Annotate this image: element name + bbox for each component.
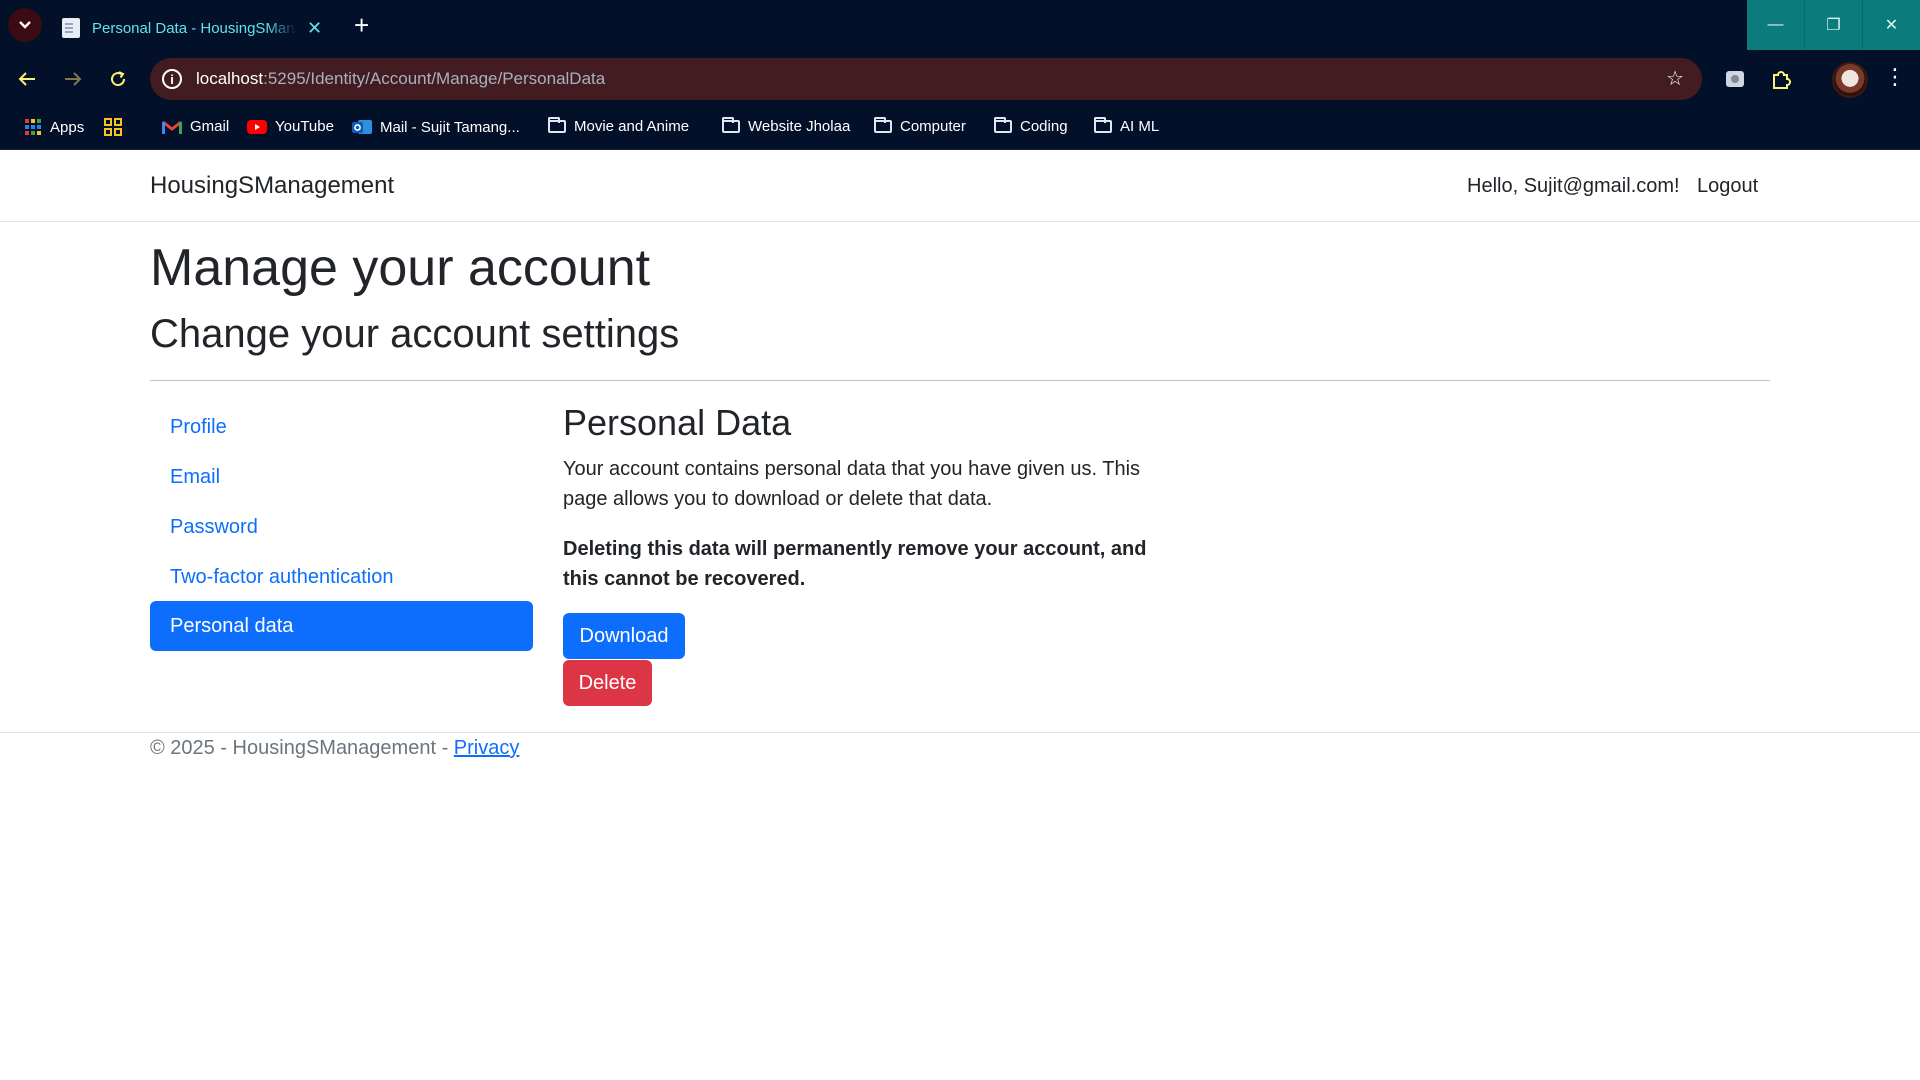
bookmark-label: YouTube [275, 118, 334, 135]
puzzle-icon [1773, 71, 1791, 89]
apps-grid-icon [24, 118, 42, 136]
bookmark-label: Apps [50, 118, 85, 136]
browser-toolbar: i localhost:5295/Identity/Account/Manage… [0, 50, 1920, 108]
browser-tabstrip: Personal Data - HousingSManagement ✕ + —… [0, 0, 1920, 50]
bookmarks-bar: Apps Gmail YouTube Mail - Sujit Tamang..… [0, 108, 1920, 150]
reload-icon [111, 71, 126, 87]
bookmark-folder-website-jholaa[interactable]: Website Jholaa [722, 117, 851, 135]
bookmark-label: Mail - Sujit Tamang... [380, 118, 520, 136]
window-controls: — ❐ ✕ [1747, 0, 1920, 50]
sidebar-item-password[interactable]: Password [150, 502, 533, 552]
folder-icon [548, 117, 566, 133]
close-window-button[interactable]: ✕ [1862, 0, 1920, 50]
tab-groups-button[interactable] [104, 118, 130, 136]
outlook-icon [352, 118, 372, 136]
folder-icon [1094, 117, 1112, 133]
url-text[interactable]: localhost:5295/Identity/Account/Manage/P… [196, 69, 605, 89]
bookmark-label: Computer [900, 118, 966, 135]
bookmark-label: Coding [1020, 118, 1068, 135]
sidebar-item-email[interactable]: Email [150, 452, 533, 502]
reload-button[interactable] [101, 62, 135, 96]
gmail-icon [162, 119, 182, 135]
bookmark-folder-ai-ml[interactable]: AI ML [1094, 117, 1160, 135]
profile-avatar[interactable] [1832, 62, 1868, 98]
page-subtitle: Change your account settings [150, 312, 680, 356]
address-bar[interactable]: i localhost:5295/Identity/Account/Manage… [150, 58, 1702, 100]
minimize-button[interactable]: — [1747, 0, 1804, 50]
tab-title: Personal Data - HousingSManagement [92, 19, 297, 37]
footer-copyright: © 2025 - HousingSManagement - [150, 737, 454, 759]
divider [150, 380, 1770, 381]
logout-button[interactable]: Logout [1697, 175, 1758, 198]
extensions-button[interactable] [1768, 66, 1794, 92]
page-title: Manage your account [150, 239, 651, 297]
close-icon[interactable]: ✕ [307, 18, 322, 39]
new-tab-button[interactable]: + [354, 10, 369, 40]
puzzle-card-icon [1726, 71, 1744, 87]
sidebar-item-personal-data[interactable]: Personal data [150, 601, 533, 651]
bookmark-label: Gmail [190, 118, 230, 135]
section-title: Personal Data [563, 402, 792, 443]
forward-button[interactable] [56, 62, 90, 96]
tab-groups-icon [104, 118, 122, 136]
bookmark-label: AI ML [1120, 118, 1160, 135]
footer-divider [0, 732, 1920, 733]
folder-icon [994, 117, 1012, 133]
sidebar-item-two-factor[interactable]: Two-factor authentication [150, 552, 533, 602]
personal-data-description: Your account contains personal data that… [563, 458, 1141, 510]
page-favicon-icon [62, 18, 80, 38]
user-greeting-link[interactable]: Hello, Sujit@gmail.com! [1467, 175, 1680, 198]
bookmark-star-icon[interactable]: ☆ [1666, 66, 1684, 91]
site-footer: © 2025 - HousingSManagement - Privacy [150, 737, 519, 760]
delete-warning: Deleting this data will permanently remo… [563, 538, 1147, 590]
extension-icon[interactable] [1722, 66, 1748, 92]
delete-button[interactable]: Delete [563, 660, 652, 706]
bookmark-folder-movie-anime[interactable]: Movie and Anime [548, 117, 690, 135]
folder-icon [874, 117, 892, 133]
bookmark-folder-computer[interactable]: Computer [874, 117, 966, 135]
bookmark-gmail[interactable]: Gmail [162, 118, 229, 135]
bookmark-folder-coding[interactable]: Coding [994, 117, 1068, 135]
privacy-link[interactable]: Privacy [454, 737, 520, 759]
chevron-down-icon [19, 21, 31, 29]
bookmark-youtube[interactable]: YouTube [247, 118, 334, 135]
browser-tab-active[interactable]: Personal Data - HousingSManagement ✕ [50, 6, 340, 50]
bookmark-mail[interactable]: Mail - Sujit Tamang... [352, 118, 520, 136]
download-button[interactable]: Download [563, 613, 685, 659]
arrow-left-icon [18, 72, 35, 86]
bookmark-label: Website Jholaa [748, 118, 851, 135]
sidebar-item-profile[interactable]: Profile [150, 402, 533, 452]
browser-menu-icon[interactable]: ⋮ [1884, 64, 1906, 90]
bookmark-label: Movie and Anime [574, 118, 690, 135]
back-button[interactable] [10, 62, 44, 96]
tab-search-button[interactable] [8, 8, 42, 42]
site-info-icon[interactable]: i [162, 69, 182, 89]
restore-button[interactable]: ❐ [1804, 0, 1862, 50]
arrow-right-icon [65, 72, 82, 86]
site-navbar: HousingSManagement Hello, Sujit@gmail.co… [0, 150, 1920, 222]
bookmark-apps[interactable]: Apps [24, 118, 84, 136]
folder-icon [722, 117, 740, 133]
youtube-icon [247, 119, 267, 134]
site-brand-link[interactable]: HousingSManagement [150, 172, 394, 200]
